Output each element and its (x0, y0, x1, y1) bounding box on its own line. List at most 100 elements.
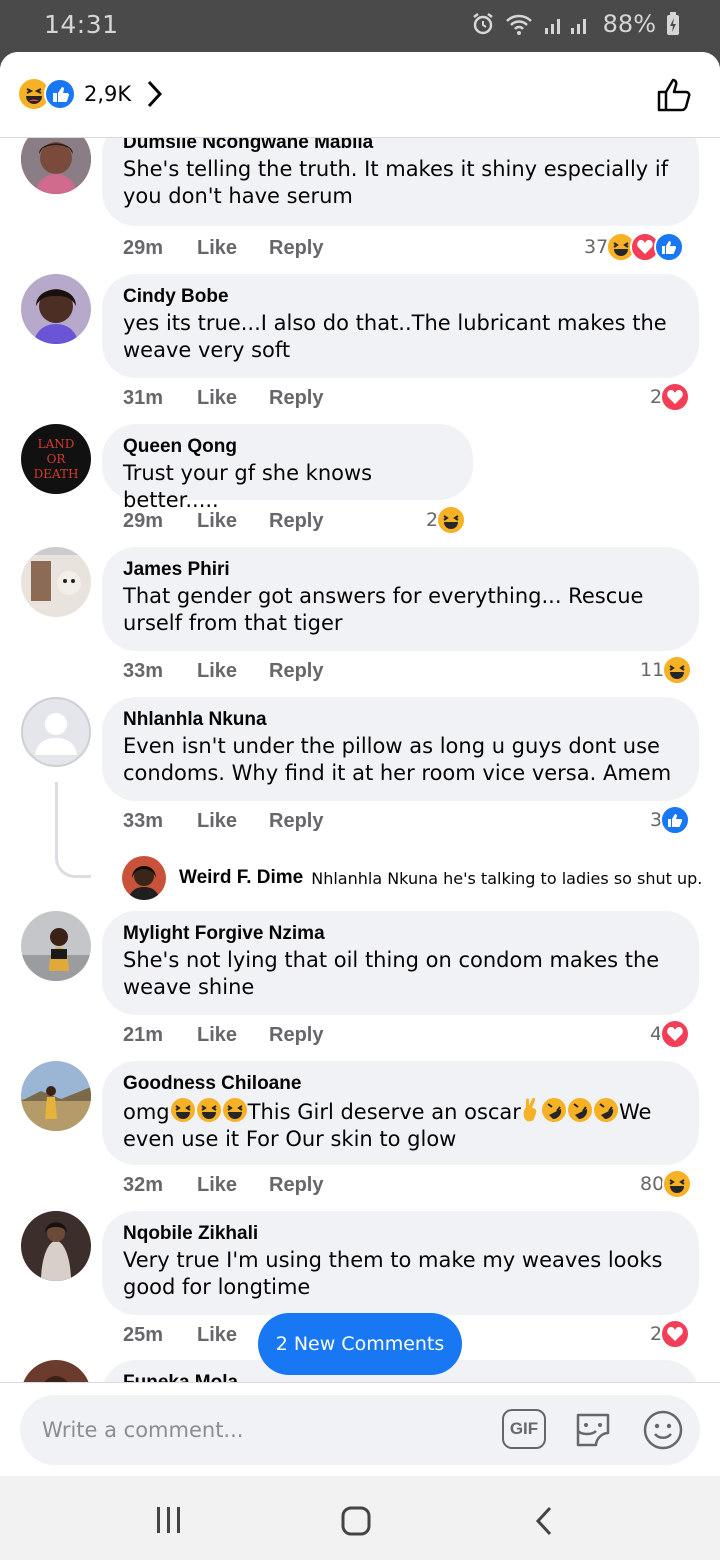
comment-text: That gender got answers for everything..… (123, 584, 644, 635)
comment-bubble: Cindy Bobe yes its true...I also do that… (102, 274, 699, 378)
rofl-icon (567, 1098, 592, 1122)
comments-sheet: 2,9K Dumsile Ncongwane Mabila She's tell… (0, 52, 720, 1476)
avatar[interactable]: LAND OR DEATH (21, 424, 91, 494)
comment-bubble: Nhlanhla Nkuna Even isn't under the pill… (102, 697, 699, 801)
like-comment-button[interactable]: Like (197, 1024, 269, 1047)
sheet-header: 2,9K (0, 52, 720, 138)
comment-author[interactable]: James Phiri (123, 557, 677, 583)
status-icons: 88% (471, 10, 680, 38)
avatar-text: OR (46, 451, 66, 466)
love-icon (660, 1019, 691, 1049)
back-icon[interactable] (534, 1506, 554, 1536)
like-comment-button[interactable]: Like (197, 510, 269, 533)
avatar[interactable] (122, 856, 166, 900)
rofl-icon (541, 1098, 566, 1122)
comment-reactions[interactable]: 2 (650, 1319, 691, 1349)
comment-reactions[interactable]: 4 (650, 1019, 691, 1049)
recent-apps-icon[interactable] (155, 1507, 183, 1533)
comment-reactions[interactable]: 11 (640, 655, 693, 685)
comment-reactions[interactable]: 2 (650, 382, 691, 412)
new-comments-button[interactable]: 2 New Comments (258, 1313, 462, 1375)
comment-composer: GIF (0, 1382, 720, 1476)
reply-author[interactable]: Weird F. Dime (179, 867, 303, 889)
avatar-text: LAND (37, 436, 75, 451)
love-icon (660, 382, 691, 412)
comment-time: 29m (123, 237, 164, 259)
like-reaction-icon (44, 78, 76, 110)
reaction-summary[interactable]: 2,9K (18, 78, 163, 110)
avatar[interactable] (21, 274, 91, 344)
like-reaction-icon (654, 232, 685, 262)
status-time: 14:31 (44, 10, 119, 39)
avatar[interactable] (21, 1211, 91, 1281)
comment-reactions[interactable]: 80 (640, 1169, 693, 1199)
avatar-placeholder[interactable] (21, 697, 91, 767)
avatar[interactable] (21, 1061, 91, 1131)
comment-time: 25m (123, 1324, 164, 1346)
signal-icon (544, 19, 586, 34)
avatar[interactable] (21, 911, 91, 981)
comment-actions: 32m Like Reply (123, 1174, 323, 1197)
comment-author[interactable]: Nqobile Zikhali (123, 1221, 677, 1247)
reply-button[interactable]: Reply (269, 237, 323, 260)
comment-text: Very true I'm using them to make my weav… (123, 1248, 663, 1299)
comment-time: 33m (123, 660, 164, 682)
comment-text: yes its true...I also do that..The lubri… (123, 311, 667, 362)
comment-text: omg This Girl deserve an oscar We even use… (123, 1097, 677, 1153)
comment-actions: 31m Like Reply (123, 387, 323, 410)
reply-button[interactable]: Reply (269, 1174, 323, 1197)
comment-author[interactable]: Queen Qong (123, 434, 451, 460)
grinning-squint-icon (170, 1098, 195, 1122)
like-comment-button[interactable]: Like (197, 237, 269, 260)
comment-author[interactable]: Goodness Chiloane (123, 1071, 677, 1097)
battery-percent: 88% (602, 10, 656, 38)
reply-button[interactable]: Reply (269, 810, 323, 833)
chevron-right-icon (148, 80, 163, 108)
gif-button[interactable]: GIF (502, 1409, 546, 1449)
composer-box: GIF (20, 1395, 700, 1465)
comment-reactions[interactable]: 3 (650, 805, 691, 835)
comment-actions: 29m Like Reply (123, 237, 323, 260)
comment-author[interactable]: Mylight Forgive Nzima (123, 921, 677, 947)
comment-bubble: Mylight Forgive Nzima She's not lying th… (102, 911, 699, 1015)
like-reaction-icon (660, 805, 691, 835)
emoji-icon[interactable] (642, 1409, 684, 1451)
like-button-icon[interactable] (656, 76, 694, 114)
like-comment-button[interactable]: Like (197, 660, 269, 683)
reaction-count: 2,9K (84, 82, 132, 106)
reply-button[interactable]: Reply (269, 660, 323, 683)
sticker-icon[interactable] (572, 1409, 614, 1451)
haha-icon (436, 505, 467, 535)
comment-time: 31m (123, 387, 164, 409)
reply-text: Nhlanhla Nkuna he's talking to ladies so… (311, 868, 702, 888)
reaction-count: 80 (640, 1173, 665, 1195)
like-comment-button[interactable]: Like (197, 810, 269, 833)
comment-reactions[interactable]: 37 (584, 232, 685, 262)
comment-input[interactable] (42, 1395, 462, 1465)
reaction-count: 11 (640, 659, 665, 681)
comment-text: She's telling the truth. It makes it shi… (123, 157, 669, 208)
reply-button[interactable]: Reply (269, 1024, 323, 1047)
comment-time: 33m (123, 810, 164, 832)
reply-button[interactable]: Reply (269, 510, 323, 533)
gif-label: GIF (509, 1419, 539, 1438)
reply-button[interactable]: Reply (269, 387, 323, 410)
alarm-icon (472, 13, 493, 35)
avatar[interactable] (21, 547, 91, 617)
comment-text-part: This Girl deserve an oscar (247, 1100, 521, 1124)
comment-reactions[interactable]: 2 (426, 505, 467, 535)
comment-text: Even isn't under the pillow as long u gu… (123, 734, 672, 785)
comment-author[interactable]: Nhlanhla Nkuna (123, 707, 677, 733)
comment-text-part: omg (123, 1100, 170, 1124)
grinning-squint-icon (222, 1098, 247, 1122)
like-comment-button[interactable]: Like (197, 1174, 269, 1197)
comment-author[interactable]: Cindy Bobe (123, 284, 677, 310)
battery-charging-icon (667, 12, 679, 35)
comment-bubble: Nqobile Zikhali Very true I'm using them… (102, 1211, 699, 1315)
home-icon[interactable] (341, 1506, 371, 1536)
grinning-squint-icon (196, 1098, 221, 1122)
crossed-fingers-icon (523, 1097, 537, 1122)
status-bar: 14:31 88% (0, 0, 720, 54)
reply-preview[interactable]: Weird F. Dime Nhlanhla Nkuna he's talkin… (122, 856, 702, 900)
like-comment-button[interactable]: Like (197, 387, 269, 410)
